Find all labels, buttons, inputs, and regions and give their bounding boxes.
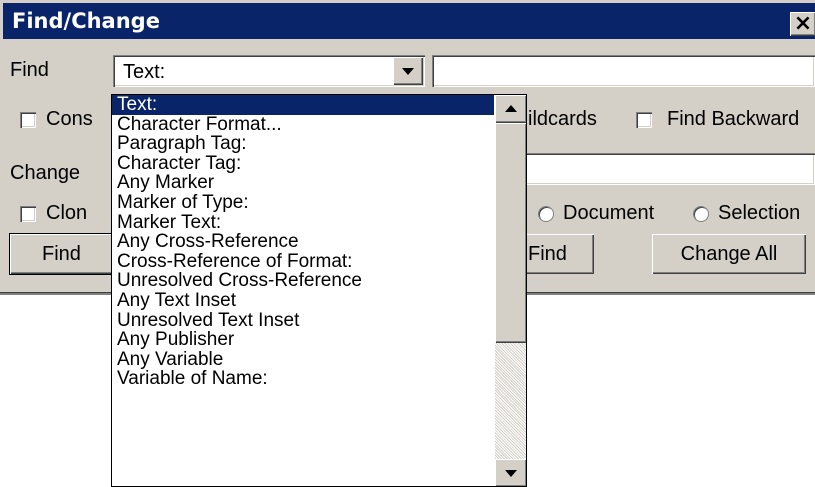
change-all-button-label: Change All	[680, 242, 778, 265]
close-button[interactable]: ×	[790, 12, 815, 36]
document-label: Document	[563, 202, 655, 224]
consider-case-checkbox[interactable]	[20, 112, 36, 128]
chevron-down-icon	[505, 470, 517, 477]
scroll-up-button[interactable]	[495, 95, 526, 123]
dropdown-option[interactable]: Any Publisher	[112, 330, 494, 350]
find-button-label: Find	[42, 242, 81, 265]
find-text-input[interactable]	[432, 55, 815, 87]
dropdown-scrollbar[interactable]	[495, 95, 526, 486]
dropdown-option[interactable]: Any Variable	[112, 350, 494, 370]
scroll-down-button[interactable]	[495, 459, 526, 486]
clone-label: Clon	[46, 202, 88, 224]
find-type-value: Text:	[123, 61, 166, 83]
find-type-dropdown-button[interactable]	[393, 57, 423, 85]
close-icon: ×	[793, 11, 813, 36]
window-title: Find/Change	[12, 9, 160, 33]
dropdown-option[interactable]: Any Marker	[112, 173, 494, 193]
find-label: Find	[10, 59, 49, 81]
document-radio[interactable]	[538, 206, 554, 222]
title-bar[interactable]: Find/Change ×	[3, 3, 815, 39]
dropdown-option[interactable]: Character Tag:	[112, 154, 494, 174]
find-button[interactable]: Find	[10, 234, 120, 274]
change-and-find-button-label: Find	[528, 242, 567, 265]
dropdown-option[interactable]: Unresolved Text Inset	[112, 310, 494, 331]
dropdown-option[interactable]: Marker Text:	[112, 212, 494, 233]
change-all-button[interactable]: Change All	[652, 234, 806, 274]
selection-radio[interactable]	[693, 206, 709, 222]
dropdown-option[interactable]: Any Cross-Reference	[112, 232, 494, 252]
find-type-dropdown-list[interactable]: Text: Character Format... Paragraph Tag: Ch…	[111, 94, 527, 487]
consider-case-label: Cons	[46, 108, 93, 130]
find-backward-checkbox[interactable]	[636, 112, 652, 128]
dropdown-option[interactable]: Cross-Reference of Format:	[112, 252, 494, 272]
find-type-combobox[interactable]: Text:	[113, 55, 425, 87]
dropdown-option[interactable]: Character Format...	[112, 114, 494, 135]
chevron-down-icon	[402, 68, 414, 75]
dropdown-option[interactable]: Text:	[112, 95, 494, 115]
dropdown-option[interactable]: Variable of Name:	[112, 369, 494, 389]
find-backward-label: Find Backward	[667, 108, 800, 130]
dropdown-option[interactable]: Unresolved Cross-Reference	[112, 271, 494, 291]
scroll-thumb[interactable]	[495, 123, 526, 343]
dropdown-option[interactable]: Marker of Type:	[112, 193, 494, 213]
dropdown-option[interactable]: Paragraph Tag:	[112, 134, 494, 154]
dropdown-option[interactable]: Any Text Inset	[112, 291, 494, 311]
selection-label: Selection	[718, 202, 801, 224]
chevron-up-icon	[505, 105, 517, 112]
clone-checkbox[interactable]	[20, 206, 36, 222]
wildcards-label: ildcards	[528, 108, 597, 130]
dropdown-options: Text: Character Format... Paragraph Tag: Ch…	[112, 95, 494, 389]
change-label: Change	[10, 162, 81, 184]
